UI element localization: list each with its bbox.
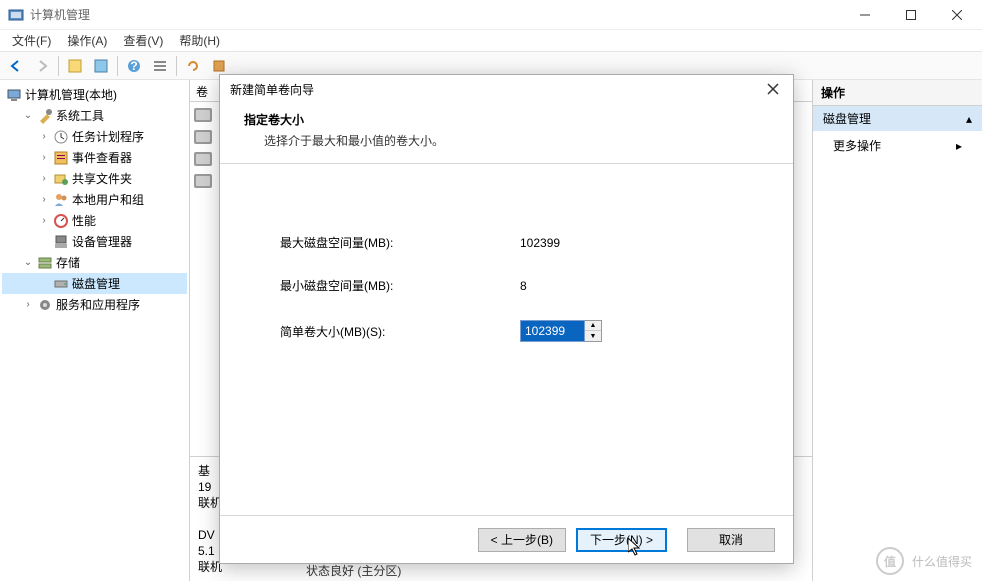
storage-icon: [37, 255, 53, 271]
expand-icon[interactable]: ›: [38, 194, 50, 205]
app-icon: [8, 7, 24, 23]
watermark-logo-icon: 值: [876, 547, 904, 575]
volume-icon: [194, 108, 212, 122]
menu-file[interactable]: 文件(F): [4, 30, 59, 51]
disk-icon: [53, 276, 69, 292]
svg-text:?: ?: [130, 59, 137, 73]
tree-root[interactable]: 计算机管理(本地): [2, 84, 187, 105]
share-icon: [53, 171, 69, 187]
tree-local-users[interactable]: ›本地用户和组: [2, 189, 187, 210]
collapse-icon: ▴: [966, 112, 972, 126]
max-space-label: 最大磁盘空间量(MB):: [280, 234, 520, 251]
event-icon: [53, 150, 69, 166]
volume-icon: [194, 130, 212, 144]
volume-size-input[interactable]: [520, 320, 585, 342]
help-button[interactable]: ?: [122, 54, 146, 78]
volume-size-label: 简单卷大小(MB)(S):: [280, 323, 520, 340]
new-volume-wizard-dialog: 新建简单卷向导 指定卷大小 选择介于最大和最小值的卷大小。 最大磁盘空间量(MB…: [219, 74, 794, 564]
min-space-value: 8: [520, 279, 640, 293]
max-space-value: 102399: [520, 236, 640, 250]
watermark: 值 什么值得买: [876, 547, 972, 575]
expand-icon[interactable]: ›: [38, 173, 50, 184]
actions-pane: 操作 磁盘管理 ▴ 更多操作 ▸: [812, 80, 982, 581]
volume-icon: [194, 174, 212, 188]
toolbar-view2-button[interactable]: [89, 54, 113, 78]
toolbar-separator: [176, 56, 177, 76]
close-button[interactable]: [934, 0, 980, 30]
minimize-button[interactable]: [842, 0, 888, 30]
cancel-button[interactable]: 取消: [687, 528, 775, 552]
cursor-icon: [628, 538, 644, 558]
collapse-icon[interactable]: ⌄: [22, 257, 34, 268]
tools-icon: [37, 108, 53, 124]
tree-device-manager[interactable]: 设备管理器: [2, 231, 187, 252]
menu-view[interactable]: 查看(V): [115, 30, 171, 51]
spinner-up-button[interactable]: ▲: [585, 321, 601, 331]
expand-icon[interactable]: ›: [38, 131, 50, 142]
users-icon: [53, 192, 69, 208]
performance-icon: [53, 213, 69, 229]
title-bar: 计算机管理: [0, 0, 982, 30]
navigation-tree: 计算机管理(本地) ⌄系统工具 ›任务计划程序 ›事件查看器 ›共享文件夹 ›本…: [0, 80, 190, 581]
toolbar-separator: [117, 56, 118, 76]
tree-task-scheduler[interactable]: ›任务计划程序: [2, 126, 187, 147]
tree-performance[interactable]: ›性能: [2, 210, 187, 231]
collapse-icon[interactable]: ⌄: [22, 110, 34, 121]
toolbar-list-button[interactable]: [148, 54, 172, 78]
wizard-body: 最大磁盘空间量(MB): 102399 最小磁盘空间量(MB): 8 简单卷大小…: [220, 164, 793, 515]
maximize-button[interactable]: [888, 0, 934, 30]
toolbar-view1-button[interactable]: [63, 54, 87, 78]
min-space-label: 最小磁盘空间量(MB):: [280, 277, 520, 294]
back-button[interactable]: < 上一步(B): [478, 528, 566, 552]
volume-size-spinner[interactable]: ▲ ▼: [520, 320, 602, 342]
back-button[interactable]: [4, 54, 28, 78]
services-icon: [37, 297, 53, 313]
wizard-heading: 指定卷大小: [244, 111, 769, 128]
menu-action[interactable]: 操作(A): [59, 30, 115, 51]
expand-icon[interactable]: ›: [38, 215, 50, 226]
menu-help[interactable]: 帮助(H): [171, 30, 228, 51]
actions-section[interactable]: 磁盘管理 ▴: [813, 106, 982, 131]
toolbar-separator: [58, 56, 59, 76]
forward-button[interactable]: [30, 54, 54, 78]
next-button[interactable]: 下一步(N) >: [576, 528, 667, 552]
wizard-title-bar: 新建简单卷向导: [220, 75, 793, 103]
tree-system-tools[interactable]: ⌄系统工具: [2, 105, 187, 126]
expand-icon[interactable]: ›: [38, 152, 50, 163]
toolbar-refresh-button[interactable]: [181, 54, 205, 78]
watermark-text: 什么值得买: [912, 553, 972, 570]
tree-services[interactable]: ›服务和应用程序: [2, 294, 187, 315]
tree-storage[interactable]: ⌄存储: [2, 252, 187, 273]
chevron-right-icon: ▸: [956, 139, 962, 153]
clock-icon: [53, 129, 69, 145]
expand-icon[interactable]: ›: [22, 299, 34, 310]
window-title: 计算机管理: [30, 6, 842, 23]
more-actions[interactable]: 更多操作 ▸: [813, 131, 982, 160]
wizard-button-bar: < 上一步(B) 下一步(N) > 取消: [220, 515, 793, 563]
col-volume[interactable]: 卷: [190, 80, 220, 101]
device-icon: [53, 234, 69, 250]
tree-disk-management[interactable]: 磁盘管理: [2, 273, 187, 294]
partition-status-fragment: 状态良好 (主分区): [306, 562, 401, 579]
wizard-header: 指定卷大小 选择介于最大和最小值的卷大小。: [220, 103, 793, 163]
wizard-close-button[interactable]: [759, 77, 787, 101]
tree-event-viewer[interactable]: ›事件查看器: [2, 147, 187, 168]
wizard-subheading: 选择介于最大和最小值的卷大小。: [244, 132, 769, 149]
computer-icon: [6, 87, 22, 103]
wizard-title: 新建简单卷向导: [230, 81, 759, 98]
actions-header: 操作: [813, 80, 982, 106]
tree-shared-folders[interactable]: ›共享文件夹: [2, 168, 187, 189]
volume-icon: [194, 152, 212, 166]
menu-bar: 文件(F) 操作(A) 查看(V) 帮助(H): [0, 30, 982, 52]
spinner-down-button[interactable]: ▼: [585, 331, 601, 341]
